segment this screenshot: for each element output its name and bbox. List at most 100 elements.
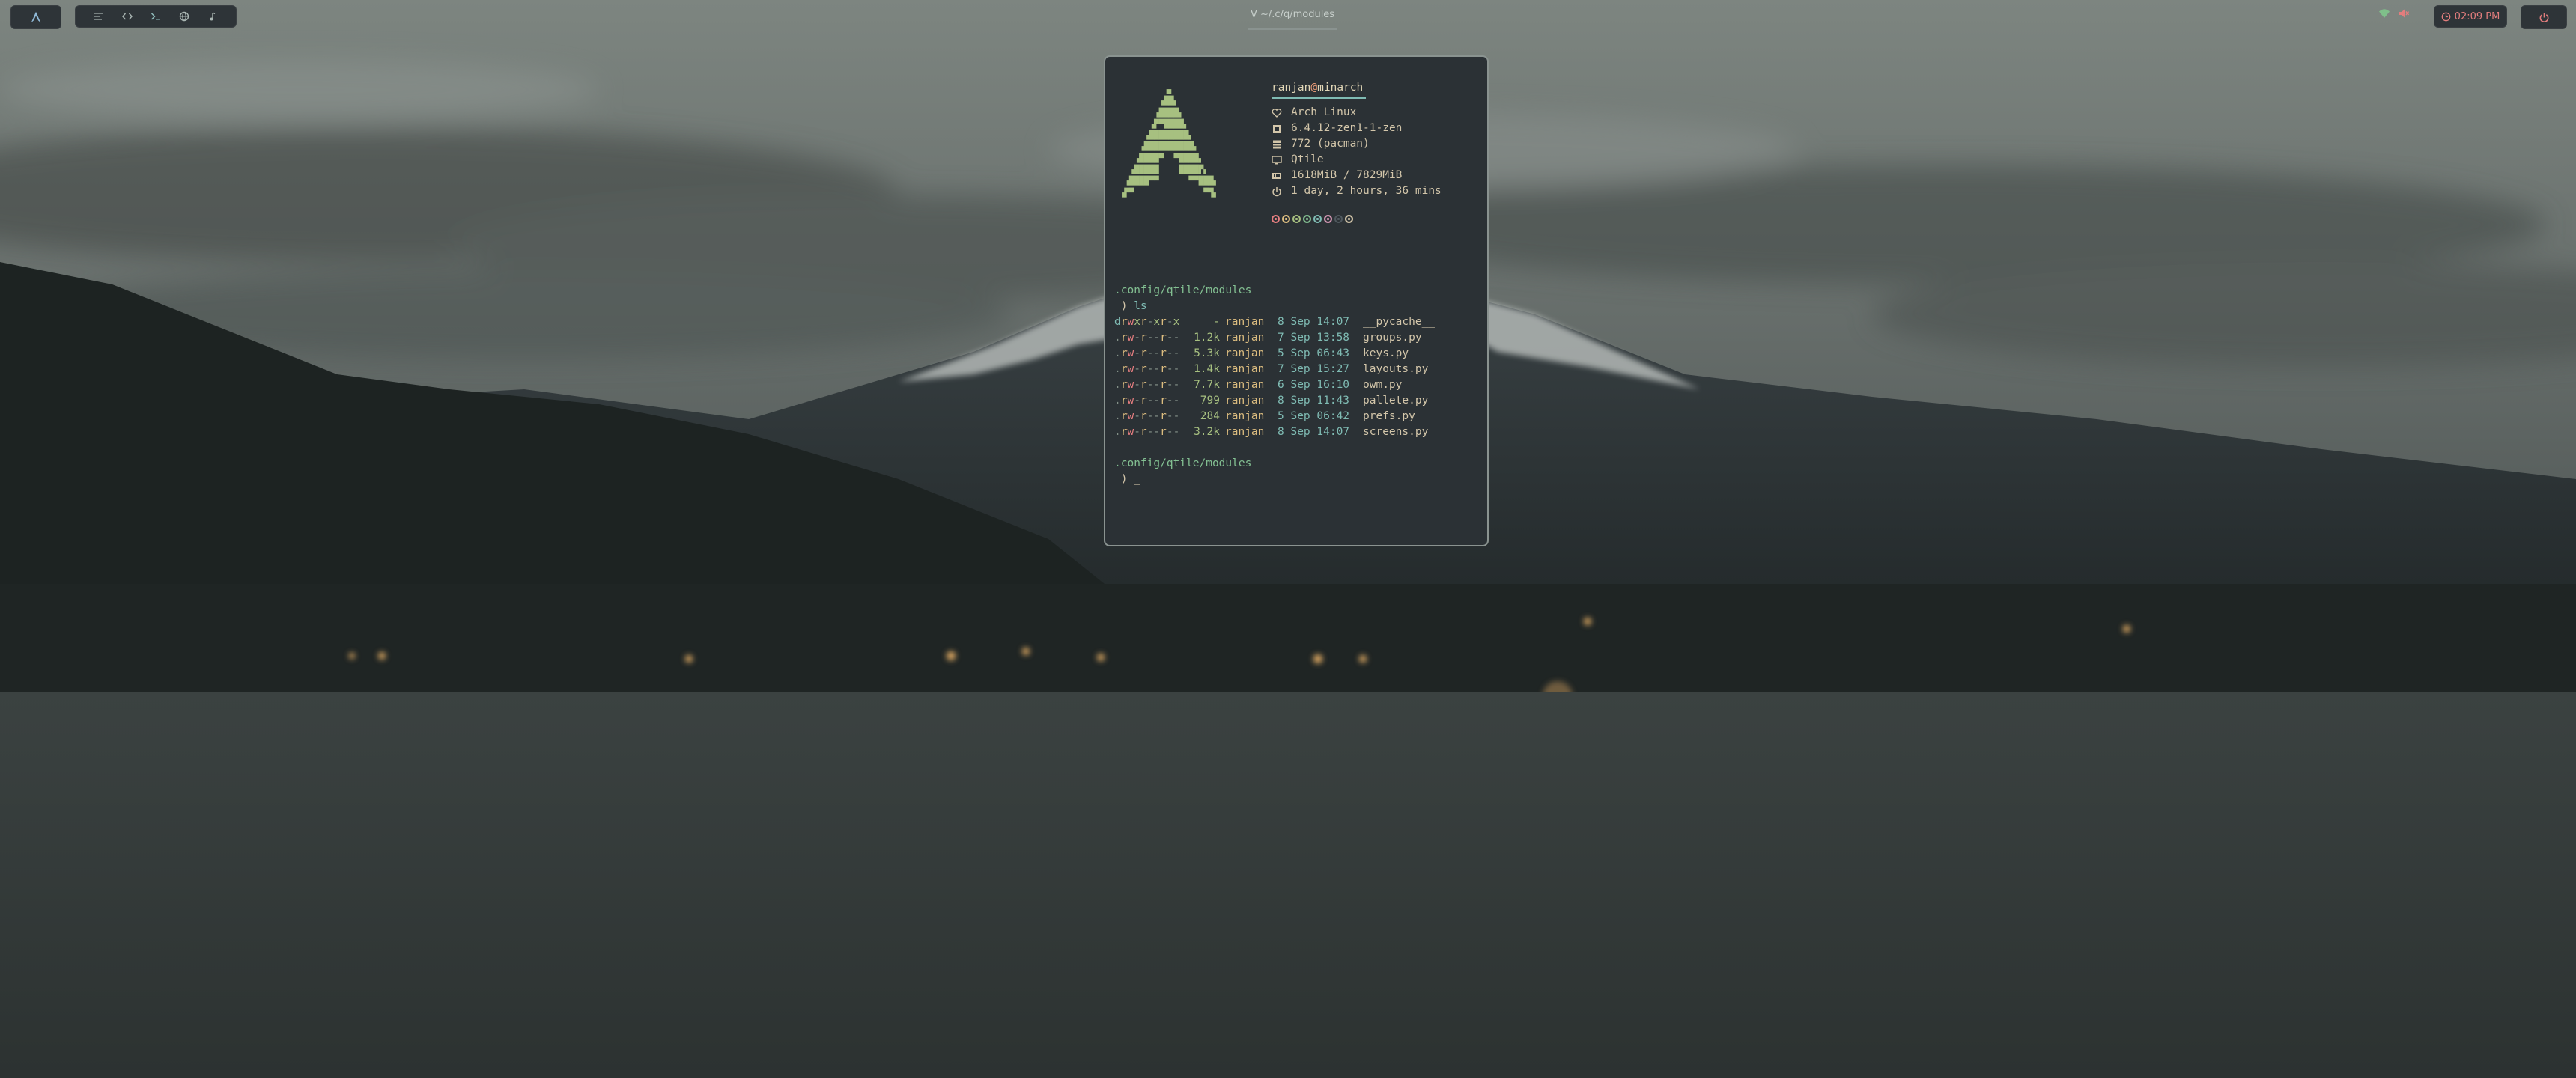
group-browser[interactable] [174, 7, 194, 26]
prompt-symbol-2: ) [1120, 473, 1128, 485]
group-terminal[interactable] [146, 7, 165, 26]
ls-date: 6 Sep 16:10 [1278, 379, 1350, 391]
ls-permissions: .rw-r--r-- [1114, 332, 1180, 344]
palette-dot [1345, 215, 1353, 223]
palette-dot [1324, 215, 1332, 223]
cwd-path-2: .config/qtile/modules [1114, 457, 1252, 469]
ls-filename: groups.py [1363, 332, 1422, 344]
info-os-value: Arch Linux [1291, 106, 1357, 118]
code-icon [122, 13, 133, 20]
fetch-output: ranjan@minarch Arch Linux 6.4.12-zen1-1-… [1272, 80, 1474, 223]
info-wm: Qtile [1272, 152, 1474, 168]
wifi-icon[interactable] [2378, 7, 2390, 19]
user-host-underline [1272, 97, 1366, 99]
ls-row: drwxr-xr-x - ranjan 8 Sep 14:07 __pycache__ [1114, 314, 1481, 330]
palette-dot [1282, 215, 1290, 223]
power-button[interactable] [2521, 5, 2567, 29]
top-bar: V ~/.c/q/modules 02:09 PM [0, 0, 2576, 33]
ls-owner: ranjan [1225, 410, 1265, 422]
window-title: V ~/.c/q/modules [1248, 7, 1338, 30]
ls-listing: drwxr-xr-x - ranjan 8 Sep 14:07 __pycache__.… [1114, 314, 1481, 440]
ls-filename: pallete.py [1363, 395, 1429, 406]
group-text[interactable] [89, 7, 109, 26]
ls-date: 8 Sep 14:07 [1278, 426, 1350, 438]
ls-size: 5.3k [1194, 347, 1220, 359]
uptime-icon [1272, 186, 1281, 196]
prompt-line-2: ) _ [1114, 472, 1481, 487]
ls-row: .rw-r--r-- 1.4k ranjan 7 Sep 15:27 layouts.p… [1114, 362, 1481, 377]
info-uptime-value: 1 day, 2 hours, 36 mins [1291, 185, 1442, 197]
ls-size: 3.2k [1194, 426, 1220, 438]
info-uptime: 1 day, 2 hours, 36 mins [1272, 183, 1474, 199]
ls-date: 8 Sep 14:07 [1278, 316, 1350, 328]
ls-permissions: .rw-r--r-- [1114, 395, 1180, 406]
ls-permissions: .rw-r--r-- [1114, 426, 1180, 438]
ls-row: .rw-r--r-- 7.7k ranjan 6 Sep 16:10 owm.py [1114, 377, 1481, 393]
ls-filename: keys.py [1363, 347, 1409, 359]
ls-owner: ranjan [1225, 316, 1265, 328]
ls-permissions: .rw-r--r-- [1114, 347, 1180, 359]
arch-logo-icon [31, 11, 41, 23]
ls-permissions: .rw-r--r-- [1114, 363, 1180, 375]
memory-icon [1272, 172, 1281, 179]
command-text: ls [1134, 300, 1147, 312]
text-lines-icon [94, 13, 103, 20]
ls-row: .rw-r--r-- 799 ranjan 8 Sep 11:43 pallete.py [1114, 393, 1481, 409]
prompt-symbol: ) [1120, 300, 1128, 312]
power-icon [2539, 12, 2548, 22]
ls-filename: __pycache__ [1363, 316, 1436, 328]
ls-size: 799 [1200, 395, 1220, 406]
info-kernel: 6.4.12-zen1-1-zen [1272, 121, 1474, 136]
ls-date: 5 Sep 06:42 [1278, 410, 1350, 422]
fetch-user: ranjan [1272, 82, 1311, 94]
launcher-button[interactable] [10, 5, 61, 29]
palette-dot [1292, 215, 1301, 223]
ls-owner: ranjan [1225, 395, 1265, 406]
volume-muted-icon[interactable] [2398, 7, 2410, 19]
ls-filename: screens.py [1363, 426, 1429, 438]
palette-dot [1334, 215, 1343, 223]
fetch-host: minarch [1317, 82, 1364, 94]
ls-size: 1.2k [1194, 332, 1220, 344]
text-cursor: _ [1134, 473, 1140, 485]
info-packages: 772 (pacman) [1272, 136, 1474, 152]
fetch-at: @ [1310, 82, 1318, 94]
palette-dot [1313, 215, 1322, 223]
info-memory-value: 1618MiB / 7829MiB [1291, 169, 1403, 181]
system-tray [2378, 7, 2410, 19]
ls-permissions: .rw-r--r-- [1114, 379, 1180, 391]
package-icon [1273, 140, 1281, 148]
ls-owner: ranjan [1225, 332, 1265, 344]
terminal-icon [151, 13, 160, 20]
ls-owner: ranjan [1225, 426, 1265, 438]
palette-dot [1272, 215, 1280, 223]
ls-filename: layouts.py [1363, 363, 1429, 375]
clock-icon [2441, 12, 2451, 21]
ls-date: 5 Sep 06:43 [1278, 347, 1350, 359]
ls-size: - [1213, 316, 1220, 328]
ls-filename: prefs.py [1363, 410, 1415, 422]
ls-permissions: drwxr-xr-x [1114, 316, 1180, 328]
user-host: ranjan@minarch [1272, 80, 1474, 96]
info-os: Arch Linux [1272, 105, 1474, 121]
clock-time: 02:09 PM [2454, 10, 2500, 22]
group-music[interactable] [203, 7, 222, 26]
group-code[interactable] [118, 7, 137, 26]
color-palette [1272, 215, 1474, 223]
clock-widget[interactable]: 02:09 PM [2434, 5, 2507, 28]
music-note-icon [210, 12, 216, 21]
ls-row: .rw-r--r-- 284 ranjan 5 Sep 06:42 prefs.py [1114, 409, 1481, 424]
arch-ascii-logo: ▗▖ ▗██▖ ▗████▖ ▗▛▀████▖ ▗████████▖ ▗████… [1119, 85, 1219, 198]
info-wm-value: Qtile [1291, 153, 1324, 165]
terminal-window[interactable]: ▗▖ ▗██▖ ▗████▖ ▗▛▀████▖ ▗████████▖ ▗████… [1104, 55, 1489, 546]
ls-date: 7 Sep 15:27 [1278, 363, 1350, 375]
ls-owner: ranjan [1225, 347, 1265, 359]
palette-dot [1303, 215, 1311, 223]
browser-globe-icon [179, 11, 189, 22]
prompt-line: ) ls [1114, 299, 1481, 314]
monitor-icon [1272, 155, 1282, 164]
ls-size: 7.7k [1194, 379, 1220, 391]
ls-date: 8 Sep 11:43 [1278, 395, 1350, 406]
chip-icon [1273, 124, 1281, 133]
